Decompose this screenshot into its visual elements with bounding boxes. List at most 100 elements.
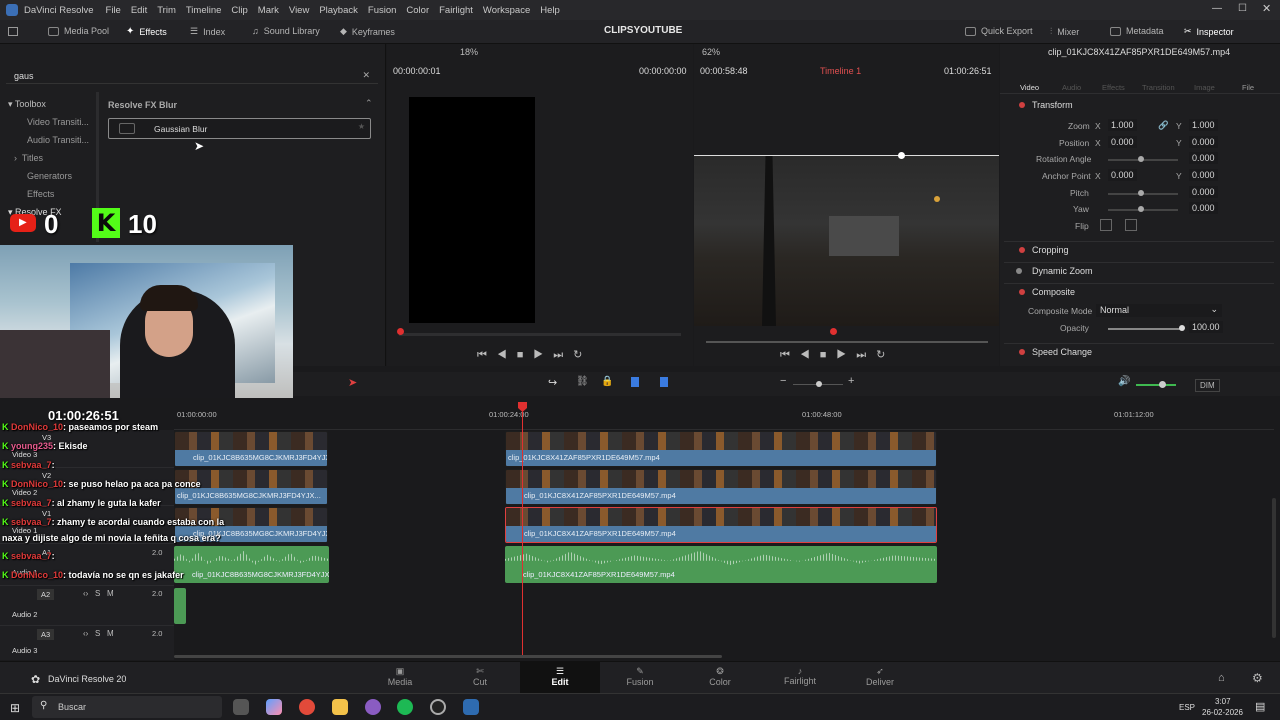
source-zoom[interactable]: 18%: [460, 47, 478, 57]
menu-playback[interactable]: Playback: [319, 5, 358, 16]
program-playhead-icon[interactable]: [830, 328, 837, 335]
audio-clip-small[interactable]: [174, 588, 186, 624]
effects-search-bar[interactable]: gaus ✕: [6, 68, 378, 84]
step-back-icon[interactable]: ◀: [497, 349, 517, 361]
source-canvas[interactable]: [409, 97, 535, 323]
video-clip[interactable]: clip_01KJC8X41ZAF85PXR1DE649M57.mp4: [505, 469, 937, 505]
slider-knob-icon[interactable]: [1138, 156, 1144, 162]
page-edit[interactable]: ☰ Edit: [520, 662, 600, 693]
zoom-y-field[interactable]: 1.000: [1189, 119, 1218, 131]
audio-transitions-item[interactable]: Audio Transiti...: [27, 135, 89, 145]
speed-change-section[interactable]: Speed Change: [1004, 343, 1274, 359]
timeline-scrollbar[interactable]: [174, 655, 722, 658]
flag-icon[interactable]: [631, 377, 639, 387]
media-pool-button[interactable]: Media Pool: [48, 26, 109, 36]
mixer-button[interactable]: ⫶ Mixer: [1050, 26, 1079, 37]
menu-fusion[interactable]: Fusion: [368, 5, 397, 16]
mute-s-button[interactable]: ‹› S M: [83, 589, 114, 598]
ruler[interactable]: 01:00:00:00 01:00:24:00 01:00:48:00 01:0…: [174, 398, 1274, 430]
page-media[interactable]: ▣ Media: [360, 666, 440, 687]
menu-timeline[interactable]: Timeline: [186, 5, 222, 16]
page-fairlight[interactable]: ♪ Fairlight: [760, 666, 840, 686]
copilot-icon[interactable]: [266, 699, 282, 715]
spotify-icon[interactable]: [397, 699, 413, 715]
timeline-viewer-zoom[interactable]: 62%: [702, 47, 720, 57]
taskbar-search[interactable]: ⚲ Buscar: [32, 696, 222, 718]
tab-transition[interactable]: Transition: [1142, 83, 1175, 92]
layout-icon[interactable]: [8, 27, 18, 36]
home-icon[interactable]: ⌂: [1218, 672, 1225, 684]
tab-audio[interactable]: Audio: [1062, 83, 1081, 92]
cropping-section[interactable]: Cropping: [1004, 241, 1274, 257]
anchor-y-field[interactable]: 0.000: [1189, 169, 1218, 181]
zoom-knob-icon[interactable]: [816, 381, 822, 387]
effects-search-input[interactable]: gaus: [14, 71, 34, 81]
flip-vertical-icon[interactable]: [1125, 219, 1137, 231]
go-to-start-icon[interactable]: ⏮: [780, 349, 800, 361]
step-back-icon[interactable]: ◀: [800, 349, 820, 361]
enabled-dot-icon[interactable]: [1019, 349, 1025, 355]
rotation-field[interactable]: 0.000: [1189, 152, 1218, 164]
page-color[interactable]: ❂ Color: [680, 666, 760, 687]
tab-video[interactable]: Video: [1020, 83, 1039, 92]
file-explorer-icon[interactable]: [332, 699, 348, 715]
tab-file[interactable]: File: [1242, 83, 1254, 92]
video-clip[interactable]: clip_01KJC8X41ZAF85PXR1DE649M57.mp4: [505, 431, 937, 467]
tray-date[interactable]: 26-02-2026: [1202, 708, 1243, 717]
clear-search-icon[interactable]: ✕: [362, 70, 370, 81]
page-deliver[interactable]: ➶ Deliver: [840, 666, 920, 687]
opacity-field[interactable]: 100.00: [1189, 321, 1223, 333]
video-transitions-item[interactable]: Video Transiti...: [27, 117, 89, 127]
notification-icon[interactable]: ▤: [1255, 700, 1265, 713]
go-to-end-icon[interactable]: ⏭: [553, 349, 573, 361]
zoom-in-icon[interactable]: +: [848, 375, 854, 387]
page-fusion[interactable]: ✎ Fusion: [600, 666, 680, 687]
audio-clip[interactable]: clip_01KJC8X41ZAF85PXR1DE649M57.mp4: [505, 546, 937, 583]
tab-image[interactable]: Image: [1194, 83, 1215, 92]
zoom-x-field[interactable]: 1.000: [1108, 119, 1137, 131]
task-view-icon[interactable]: [233, 699, 249, 715]
loop-icon[interactable]: ↻: [876, 349, 895, 361]
vertical-scrollbar[interactable]: [1272, 498, 1276, 638]
timeline-name[interactable]: Timeline 1: [820, 66, 861, 76]
play-icon[interactable]: ▶: [836, 349, 856, 361]
video-clip[interactable]: clip_01KJC8B635MG8CJKMRJ3FD4YJX...: [174, 431, 328, 467]
chrome-icon[interactable]: [299, 699, 315, 715]
stop-icon[interactable]: ■: [820, 349, 837, 361]
zoom-out-icon[interactable]: −: [780, 375, 786, 387]
source-playhead-icon[interactable]: [397, 328, 404, 335]
go-to-end-icon[interactable]: ⏭: [856, 349, 876, 361]
volume-icon[interactable]: 🔊: [1118, 376, 1130, 387]
video-clip-selected[interactable]: clip_01KJC8X41ZAF85PXR1DE649M57.mp4: [505, 507, 937, 543]
inspector-button[interactable]: ✂ Inspector: [1184, 26, 1234, 37]
transform-section[interactable]: Transform: [1004, 98, 1274, 114]
enabled-dot-icon[interactable]: [1019, 102, 1025, 108]
toolbox-item[interactable]: ▾ Toolbox: [8, 99, 46, 110]
position-y-field[interactable]: 0.000: [1189, 136, 1218, 148]
flip-horizontal-icon[interactable]: [1100, 219, 1112, 231]
menu-file[interactable]: File: [106, 5, 121, 16]
pitch-field[interactable]: 0.000: [1189, 186, 1218, 198]
effects-button[interactable]: ✦ Effects: [126, 26, 167, 37]
go-to-start-icon[interactable]: ⏮: [477, 349, 497, 361]
lock-icon[interactable]: 🔒: [601, 376, 613, 387]
menu-clip[interactable]: Clip: [231, 5, 247, 16]
app-icon[interactable]: [365, 699, 381, 715]
collapse-icon[interactable]: ⌃: [365, 98, 373, 109]
dynamic-zoom-section[interactable]: Dynamic Zoom: [1004, 262, 1274, 278]
menu-edit[interactable]: Edit: [131, 5, 147, 16]
favorite-star-icon[interactable]: ★: [358, 122, 365, 131]
composite-mode-select[interactable]: Normal ⌄: [1096, 304, 1222, 317]
slider-knob-icon[interactable]: [1179, 325, 1185, 331]
playhead[interactable]: [522, 404, 523, 656]
link-icon[interactable]: ⛓: [576, 376, 589, 387]
transform-handle-icon[interactable]: [898, 152, 905, 159]
link-icon[interactable]: 🔗: [1158, 120, 1169, 131]
slider-knob-icon[interactable]: [1138, 206, 1144, 212]
loop-icon[interactable]: ↻: [573, 349, 592, 361]
titles-item[interactable]: › Titles: [14, 153, 43, 163]
enabled-dot-icon[interactable]: [1019, 247, 1025, 253]
tab-effects[interactable]: Effects: [1102, 83, 1125, 92]
disabled-dot-icon[interactable]: [1016, 268, 1022, 274]
tray-time[interactable]: 3:07: [1215, 697, 1231, 706]
